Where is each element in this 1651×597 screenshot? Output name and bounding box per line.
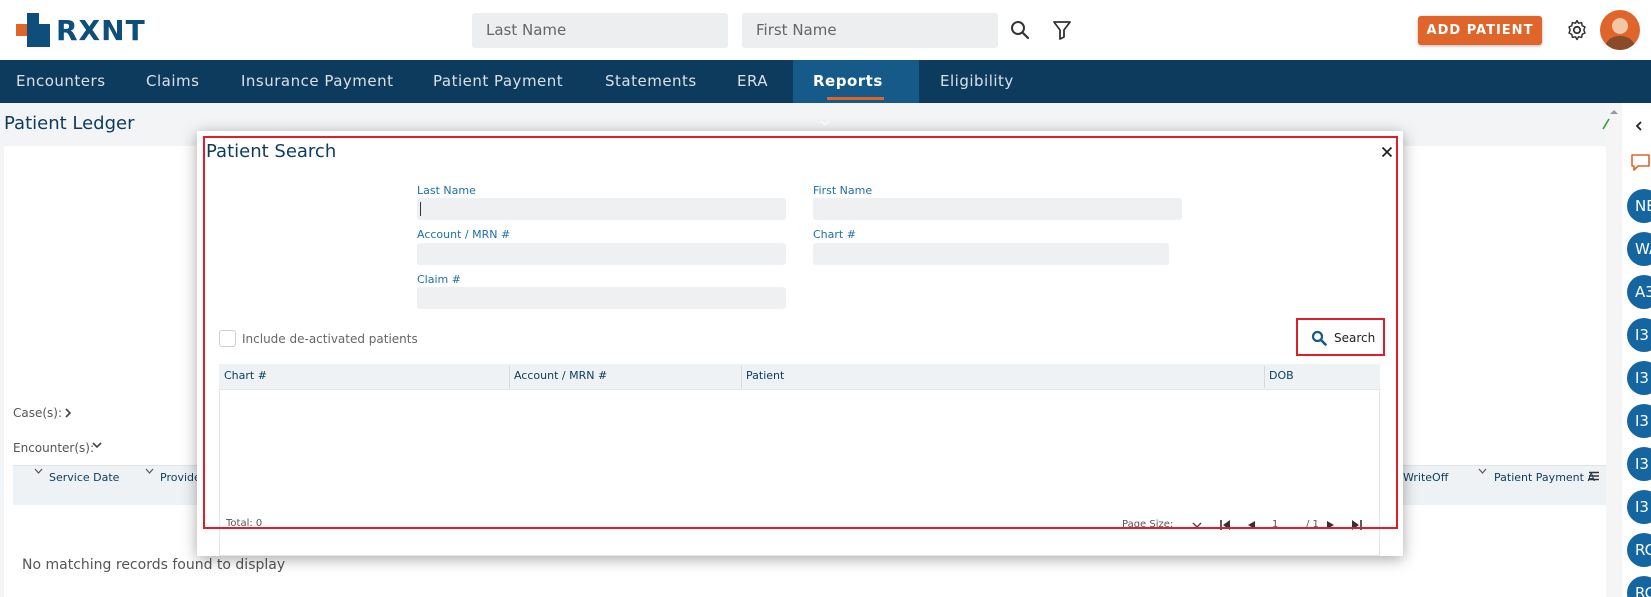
first-name-label: First Name [813,184,873,197]
no-records-message: No matching records found to display [22,557,286,573]
results-table-header [219,364,1380,390]
nav-reports-label: Reports [813,72,883,90]
encounters-label: Encounter(s): [13,441,95,455]
nav-era[interactable]: ERA [737,60,768,103]
th-dob[interactable]: DOB [1269,369,1294,382]
nav-claims[interactable]: Claims [146,60,199,103]
claim-input[interactable] [417,287,786,309]
cases-label: Case(s): [13,406,63,420]
nav-patient-payment[interactable]: Patient Payment [433,60,563,103]
chevron-down-icon[interactable] [91,441,103,451]
account-mrn-input[interactable] [417,243,786,265]
gear-icon[interactable] [1565,18,1589,42]
filter-icon[interactable] [1050,18,1074,42]
nav-encounters[interactable]: Encounters [16,60,106,103]
first-name-input[interactable] [813,198,1182,220]
chevron-right-icon[interactable] [63,407,73,419]
text-caret [420,202,421,216]
chevron-left-icon[interactable] [1634,120,1644,132]
export-icon[interactable] [1602,118,1610,130]
page-of-total: / 1 [1306,519,1319,530]
chat-icon[interactable] [1630,153,1651,173]
th-chart[interactable]: Chart # [224,369,267,382]
page-number[interactable]: 1 [1272,519,1278,530]
include-deactivated-label: Include de-activated patients [242,332,418,346]
logo-text: RXNT [56,13,146,47]
next-page-icon[interactable] [1326,520,1336,530]
chevron-down-icon [820,120,830,127]
first-page-icon[interactable] [1219,519,1231,531]
page-size-label: Page Size: [1122,519,1174,530]
chart-input[interactable] [813,243,1169,265]
search-button[interactable]: Search [1296,318,1385,356]
nav-eligibility[interactable]: Eligibility [940,60,1014,103]
search-icon[interactable] [1008,18,1032,42]
col-service-date[interactable]: Service Date [49,471,119,484]
results-table [219,364,1380,556]
page-size-dropdown-icon[interactable] [1192,522,1202,529]
sort-icon[interactable] [145,468,154,475]
total-count: Total: 0 [226,518,263,529]
nav-active-indicator [827,97,884,100]
scroll-up-icon[interactable] [1606,107,1622,117]
account-mrn-label: Account / MRN # [417,228,511,241]
header-first-name-input[interactable]: First Name [742,13,998,48]
column-divider[interactable] [741,366,742,388]
column-divider[interactable] [509,366,510,388]
vertical-scrollbar[interactable] [1606,103,1622,597]
header-last-name-input[interactable]: Last Name [472,13,728,48]
user-avatar-icon [1604,18,1636,50]
modal-title: Patient Search [206,141,337,162]
sort-icon[interactable] [34,468,43,475]
th-patient[interactable]: Patient [746,369,784,382]
search-button-label: Search [1334,331,1376,345]
add-patient-button[interactable]: ADD PATIENT [1418,16,1542,45]
search-icon [1311,330,1327,346]
user-avatar[interactable] [1600,10,1640,50]
top-header: RXNT Last Name First Name ADD PATIENT [0,0,1651,60]
prev-page-icon[interactable] [1246,520,1256,530]
close-icon[interactable] [1381,143,1393,162]
claim-label: Claim # [417,273,461,286]
include-deactivated-checkbox[interactable] [219,330,236,347]
main-nav: Encounters Claims Insurance Payment Pati… [0,60,1651,127]
column-menu-icon[interactable] [1588,471,1600,481]
sort-icon[interactable] [1478,468,1487,475]
last-name-label: Last Name [417,184,476,197]
chart-label: Chart # [813,228,856,241]
col-patient-payment[interactable]: Patient Payment A [1494,471,1595,484]
column-divider[interactable] [1264,366,1265,388]
col-provider[interactable]: Provide [160,471,201,484]
nav-insurance-payment[interactable]: Insurance Payment [241,60,394,103]
last-name-input[interactable] [417,198,786,220]
col-writeoff[interactable]: WriteOff [1403,471,1448,484]
page-title: Patient Ledger [4,113,135,134]
nav-statements[interactable]: Statements [605,60,697,103]
last-page-icon[interactable] [1351,519,1363,531]
th-account-mrn[interactable]: Account / MRN # [514,369,607,382]
rxnt-logo[interactable]: RXNT [16,13,146,47]
logo-cross-icon [16,13,50,47]
